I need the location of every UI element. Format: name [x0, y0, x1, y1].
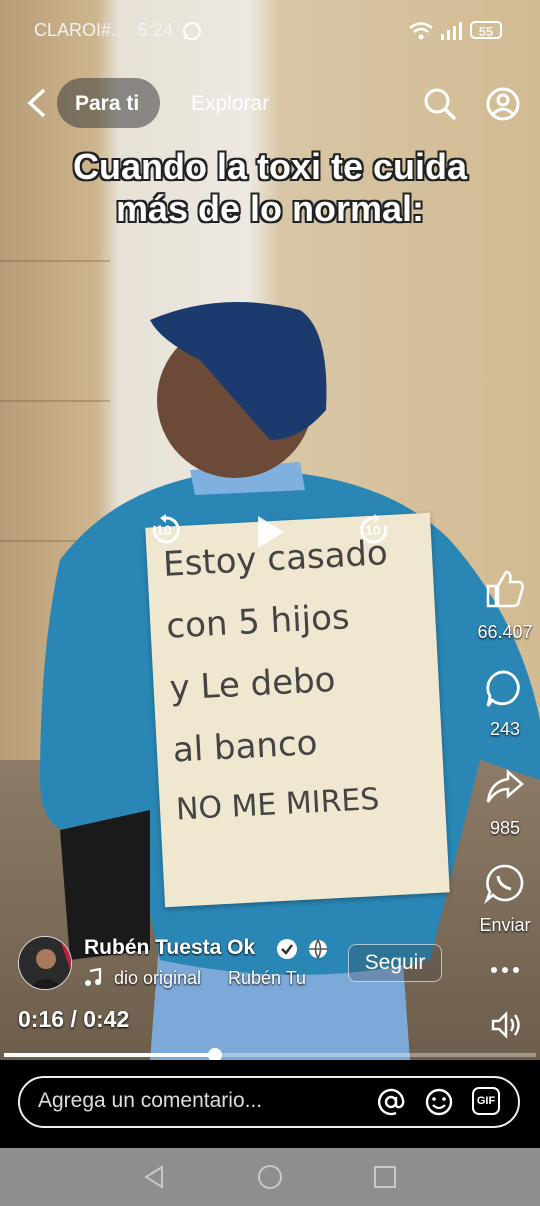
system-recents-button[interactable]: [372, 1164, 398, 1190]
profile-button[interactable]: [485, 86, 521, 122]
forward-label: 10: [365, 522, 381, 538]
circle-home-icon: [258, 1165, 282, 1189]
audio-author[interactable]: Rubén Tu: [228, 968, 306, 989]
volume-button[interactable]: [490, 1010, 522, 1040]
video-caption: Cuando la toxi te cuida más de lo normal…: [0, 146, 540, 230]
gif-label: GIF: [476, 1095, 496, 1107]
at-sign-icon: [378, 1088, 405, 1116]
comment-count: 243: [489, 719, 521, 739]
sign-line: NO ME MIRES: [175, 781, 381, 828]
follow-label: Seguir: [364, 951, 426, 974]
sign-line: con 5 hijos: [165, 597, 351, 647]
send-label: Enviar: [479, 915, 531, 935]
top-nav: Para ti Explorar: [0, 78, 540, 132]
progress-bar[interactable]: [4, 1048, 536, 1062]
like-button[interactable]: [484, 568, 526, 610]
signal-icon: [441, 22, 462, 40]
avatar-image: [19, 937, 71, 989]
sign-line: y Le debo: [168, 660, 337, 709]
avatar[interactable]: [18, 936, 72, 990]
comment-placeholder: Agrega un comentario...: [38, 1089, 263, 1112]
mention-button[interactable]: [376, 1087, 406, 1117]
back-button[interactable]: [22, 86, 52, 120]
chevron-left-icon: [27, 88, 46, 118]
verified-badge-icon: [277, 939, 297, 959]
thumbs-up-icon: [486, 570, 524, 608]
system-home-button[interactable]: [257, 1164, 283, 1190]
share-count: 985: [489, 818, 521, 838]
battery-icon: 55: [470, 21, 502, 39]
music-note-icon: [85, 968, 102, 986]
audio-title[interactable]: dio original: [114, 968, 201, 989]
current-time: 0:16: [18, 1006, 65, 1032]
comment-button[interactable]: [484, 668, 526, 710]
gif-button[interactable]: GIF: [472, 1087, 500, 1115]
time-separator: /: [70, 1006, 77, 1032]
system-nav-bar: [0, 1148, 540, 1206]
battery-level: 55: [478, 24, 494, 39]
comment-input[interactable]: Agrega un comentario... GIF: [18, 1076, 520, 1128]
follow-button[interactable]: Seguir: [348, 944, 442, 982]
progress-fill: [4, 1053, 216, 1057]
clock-text: 5:24: [138, 20, 174, 40]
whatsapp-status-icon: [183, 22, 201, 40]
search-button[interactable]: [422, 86, 458, 122]
forward-10-button[interactable]: 10: [356, 512, 392, 548]
more-icon: [491, 967, 519, 973]
video-player[interactable]: Estoy casado con 5 hijos y Le debo al ba…: [0, 0, 540, 1060]
rewind-10-button[interactable]: 10: [148, 512, 184, 548]
profile-icon: [486, 87, 520, 121]
whatsapp-icon: [484, 864, 524, 905]
smiley-icon: [425, 1088, 453, 1116]
emoji-button[interactable]: [424, 1087, 454, 1117]
system-back-button[interactable]: [142, 1164, 168, 1190]
triangle-back-icon: [144, 1165, 163, 1189]
caption-line: Cuando la toxi te cuida: [72, 146, 468, 187]
volume-icon: [491, 1011, 520, 1039]
author-name[interactable]: Rubén Tuesta Ok: [84, 936, 255, 960]
like-count: 66.407: [477, 622, 533, 642]
carrier-text: CLAROI#...: [34, 20, 127, 40]
play-icon: [258, 516, 284, 548]
share-icon: [486, 769, 524, 803]
play-button[interactable]: [252, 512, 288, 552]
square-recents-icon: [374, 1166, 396, 1188]
rewind-label: 10: [156, 522, 172, 538]
playback-time: 0:16 / 0:42: [18, 1006, 129, 1033]
search-icon: [424, 88, 457, 121]
author-info: Rubén Tuesta Ok dio original Rubén Tu Se…: [18, 936, 478, 996]
comment-icon: [486, 670, 520, 707]
tab-explore[interactable]: Explorar: [191, 92, 269, 116]
wifi-icon: [409, 22, 433, 40]
share-button[interactable]: [484, 766, 526, 808]
total-time: 0:42: [83, 1006, 130, 1032]
sign-line: al banco: [171, 723, 319, 771]
globe-icon: [309, 939, 327, 960]
more-options-button[interactable]: [488, 960, 522, 980]
tab-for-you[interactable]: Para ti: [75, 92, 139, 116]
cardboard-sign: Estoy casado con 5 hijos y Le debo al ba…: [145, 512, 450, 908]
caption-line: más de lo normal:: [115, 188, 425, 229]
comment-bar: Agrega un comentario... GIF: [0, 1060, 540, 1148]
status-bar: CLAROI#... 5:24 55: [0, 0, 540, 60]
whatsapp-send-button[interactable]: [484, 862, 526, 905]
